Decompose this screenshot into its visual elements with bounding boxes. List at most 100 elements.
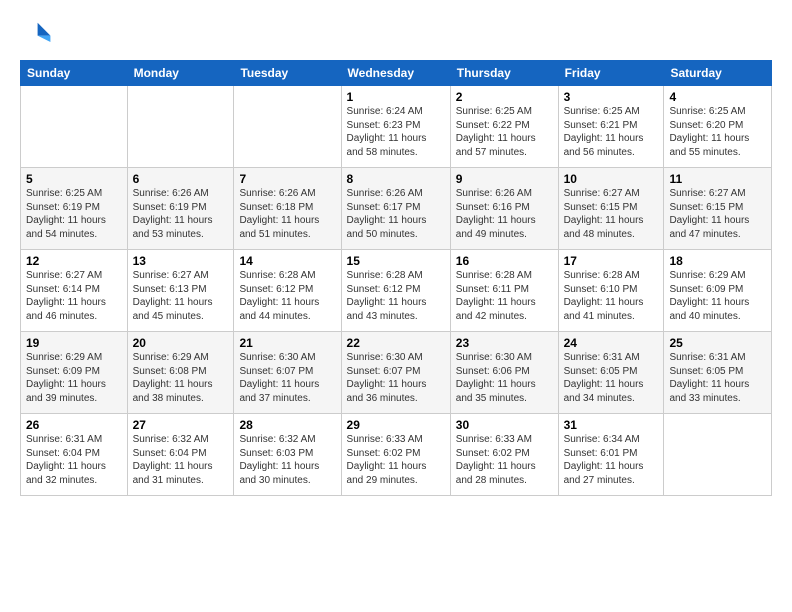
calendar-cell: 20Sunrise: 6:29 AM Sunset: 6:08 PM Dayli… <box>127 332 234 414</box>
day-info: Sunrise: 6:26 AM Sunset: 6:16 PM Dayligh… <box>456 187 553 241</box>
calendar-cell: 4Sunrise: 6:25 AM Sunset: 6:20 PM Daylig… <box>664 86 772 168</box>
logo <box>20 18 56 50</box>
calendar-cell: 27Sunrise: 6:32 AM Sunset: 6:04 PM Dayli… <box>127 414 234 496</box>
day-info: Sunrise: 6:27 AM Sunset: 6:15 PM Dayligh… <box>564 187 659 241</box>
day-number: 27 <box>133 418 229 432</box>
day-number: 16 <box>456 254 553 268</box>
calendar-cell: 13Sunrise: 6:27 AM Sunset: 6:13 PM Dayli… <box>127 250 234 332</box>
calendar-cell: 18Sunrise: 6:29 AM Sunset: 6:09 PM Dayli… <box>664 250 772 332</box>
logo-icon <box>20 18 52 50</box>
day-number: 6 <box>133 172 229 186</box>
day-info: Sunrise: 6:28 AM Sunset: 6:12 PM Dayligh… <box>347 269 445 323</box>
calendar-cell <box>234 86 341 168</box>
day-info: Sunrise: 6:30 AM Sunset: 6:06 PM Dayligh… <box>456 351 553 405</box>
day-header-wednesday: Wednesday <box>341 61 450 86</box>
day-info: Sunrise: 6:31 AM Sunset: 6:04 PM Dayligh… <box>26 433 122 487</box>
day-info: Sunrise: 6:27 AM Sunset: 6:14 PM Dayligh… <box>26 269 122 323</box>
day-number: 7 <box>239 172 335 186</box>
day-number: 8 <box>347 172 445 186</box>
calendar-week-row: 12Sunrise: 6:27 AM Sunset: 6:14 PM Dayli… <box>21 250 772 332</box>
calendar-cell: 19Sunrise: 6:29 AM Sunset: 6:09 PM Dayli… <box>21 332 128 414</box>
calendar-cell: 16Sunrise: 6:28 AM Sunset: 6:11 PM Dayli… <box>450 250 558 332</box>
day-header-thursday: Thursday <box>450 61 558 86</box>
calendar-cell: 6Sunrise: 6:26 AM Sunset: 6:19 PM Daylig… <box>127 168 234 250</box>
day-number: 4 <box>669 90 766 104</box>
calendar-cell: 7Sunrise: 6:26 AM Sunset: 6:18 PM Daylig… <box>234 168 341 250</box>
day-info: Sunrise: 6:27 AM Sunset: 6:13 PM Dayligh… <box>133 269 229 323</box>
day-number: 12 <box>26 254 122 268</box>
calendar-cell <box>127 86 234 168</box>
day-info: Sunrise: 6:28 AM Sunset: 6:12 PM Dayligh… <box>239 269 335 323</box>
calendar-cell: 17Sunrise: 6:28 AM Sunset: 6:10 PM Dayli… <box>558 250 664 332</box>
day-info: Sunrise: 6:25 AM Sunset: 6:20 PM Dayligh… <box>669 105 766 159</box>
day-info: Sunrise: 6:25 AM Sunset: 6:22 PM Dayligh… <box>456 105 553 159</box>
day-number: 29 <box>347 418 445 432</box>
day-number: 3 <box>564 90 659 104</box>
day-number: 28 <box>239 418 335 432</box>
day-number: 11 <box>669 172 766 186</box>
calendar-cell <box>664 414 772 496</box>
day-number: 25 <box>669 336 766 350</box>
calendar-cell: 29Sunrise: 6:33 AM Sunset: 6:02 PM Dayli… <box>341 414 450 496</box>
day-number: 1 <box>347 90 445 104</box>
day-info: Sunrise: 6:33 AM Sunset: 6:02 PM Dayligh… <box>347 433 445 487</box>
day-info: Sunrise: 6:25 AM Sunset: 6:19 PM Dayligh… <box>26 187 122 241</box>
day-number: 26 <box>26 418 122 432</box>
calendar-cell: 24Sunrise: 6:31 AM Sunset: 6:05 PM Dayli… <box>558 332 664 414</box>
calendar-cell: 15Sunrise: 6:28 AM Sunset: 6:12 PM Dayli… <box>341 250 450 332</box>
day-info: Sunrise: 6:28 AM Sunset: 6:11 PM Dayligh… <box>456 269 553 323</box>
day-header-monday: Monday <box>127 61 234 86</box>
day-number: 5 <box>26 172 122 186</box>
day-info: Sunrise: 6:32 AM Sunset: 6:04 PM Dayligh… <box>133 433 229 487</box>
calendar-cell: 28Sunrise: 6:32 AM Sunset: 6:03 PM Dayli… <box>234 414 341 496</box>
day-info: Sunrise: 6:31 AM Sunset: 6:05 PM Dayligh… <box>669 351 766 405</box>
calendar-cell: 26Sunrise: 6:31 AM Sunset: 6:04 PM Dayli… <box>21 414 128 496</box>
calendar-week-row: 1Sunrise: 6:24 AM Sunset: 6:23 PM Daylig… <box>21 86 772 168</box>
day-info: Sunrise: 6:28 AM Sunset: 6:10 PM Dayligh… <box>564 269 659 323</box>
calendar-week-row: 5Sunrise: 6:25 AM Sunset: 6:19 PM Daylig… <box>21 168 772 250</box>
calendar-table: SundayMondayTuesdayWednesdayThursdayFrid… <box>20 60 772 496</box>
day-header-sunday: Sunday <box>21 61 128 86</box>
day-number: 17 <box>564 254 659 268</box>
calendar-cell: 21Sunrise: 6:30 AM Sunset: 6:07 PM Dayli… <box>234 332 341 414</box>
day-info: Sunrise: 6:31 AM Sunset: 6:05 PM Dayligh… <box>564 351 659 405</box>
day-number: 2 <box>456 90 553 104</box>
calendar-cell: 2Sunrise: 6:25 AM Sunset: 6:22 PM Daylig… <box>450 86 558 168</box>
day-info: Sunrise: 6:27 AM Sunset: 6:15 PM Dayligh… <box>669 187 766 241</box>
calendar-week-row: 19Sunrise: 6:29 AM Sunset: 6:09 PM Dayli… <box>21 332 772 414</box>
day-number: 18 <box>669 254 766 268</box>
calendar-cell: 5Sunrise: 6:25 AM Sunset: 6:19 PM Daylig… <box>21 168 128 250</box>
day-info: Sunrise: 6:34 AM Sunset: 6:01 PM Dayligh… <box>564 433 659 487</box>
calendar-cell: 10Sunrise: 6:27 AM Sunset: 6:15 PM Dayli… <box>558 168 664 250</box>
day-number: 30 <box>456 418 553 432</box>
day-info: Sunrise: 6:26 AM Sunset: 6:18 PM Dayligh… <box>239 187 335 241</box>
calendar-header-row: SundayMondayTuesdayWednesdayThursdayFrid… <box>21 61 772 86</box>
calendar-week-row: 26Sunrise: 6:31 AM Sunset: 6:04 PM Dayli… <box>21 414 772 496</box>
header <box>20 18 772 50</box>
day-info: Sunrise: 6:33 AM Sunset: 6:02 PM Dayligh… <box>456 433 553 487</box>
day-info: Sunrise: 6:30 AM Sunset: 6:07 PM Dayligh… <box>239 351 335 405</box>
calendar-cell: 31Sunrise: 6:34 AM Sunset: 6:01 PM Dayli… <box>558 414 664 496</box>
day-number: 20 <box>133 336 229 350</box>
day-number: 15 <box>347 254 445 268</box>
calendar-cell: 30Sunrise: 6:33 AM Sunset: 6:02 PM Dayli… <box>450 414 558 496</box>
day-info: Sunrise: 6:30 AM Sunset: 6:07 PM Dayligh… <box>347 351 445 405</box>
day-number: 24 <box>564 336 659 350</box>
calendar-cell: 1Sunrise: 6:24 AM Sunset: 6:23 PM Daylig… <box>341 86 450 168</box>
day-header-tuesday: Tuesday <box>234 61 341 86</box>
calendar-cell: 14Sunrise: 6:28 AM Sunset: 6:12 PM Dayli… <box>234 250 341 332</box>
day-info: Sunrise: 6:24 AM Sunset: 6:23 PM Dayligh… <box>347 105 445 159</box>
day-number: 13 <box>133 254 229 268</box>
day-header-saturday: Saturday <box>664 61 772 86</box>
day-info: Sunrise: 6:26 AM Sunset: 6:19 PM Dayligh… <box>133 187 229 241</box>
calendar-cell: 9Sunrise: 6:26 AM Sunset: 6:16 PM Daylig… <box>450 168 558 250</box>
day-info: Sunrise: 6:25 AM Sunset: 6:21 PM Dayligh… <box>564 105 659 159</box>
day-number: 23 <box>456 336 553 350</box>
calendar-cell: 23Sunrise: 6:30 AM Sunset: 6:06 PM Dayli… <box>450 332 558 414</box>
calendar-cell: 25Sunrise: 6:31 AM Sunset: 6:05 PM Dayli… <box>664 332 772 414</box>
day-info: Sunrise: 6:26 AM Sunset: 6:17 PM Dayligh… <box>347 187 445 241</box>
day-number: 10 <box>564 172 659 186</box>
day-number: 31 <box>564 418 659 432</box>
calendar-cell: 11Sunrise: 6:27 AM Sunset: 6:15 PM Dayli… <box>664 168 772 250</box>
day-info: Sunrise: 6:32 AM Sunset: 6:03 PM Dayligh… <box>239 433 335 487</box>
